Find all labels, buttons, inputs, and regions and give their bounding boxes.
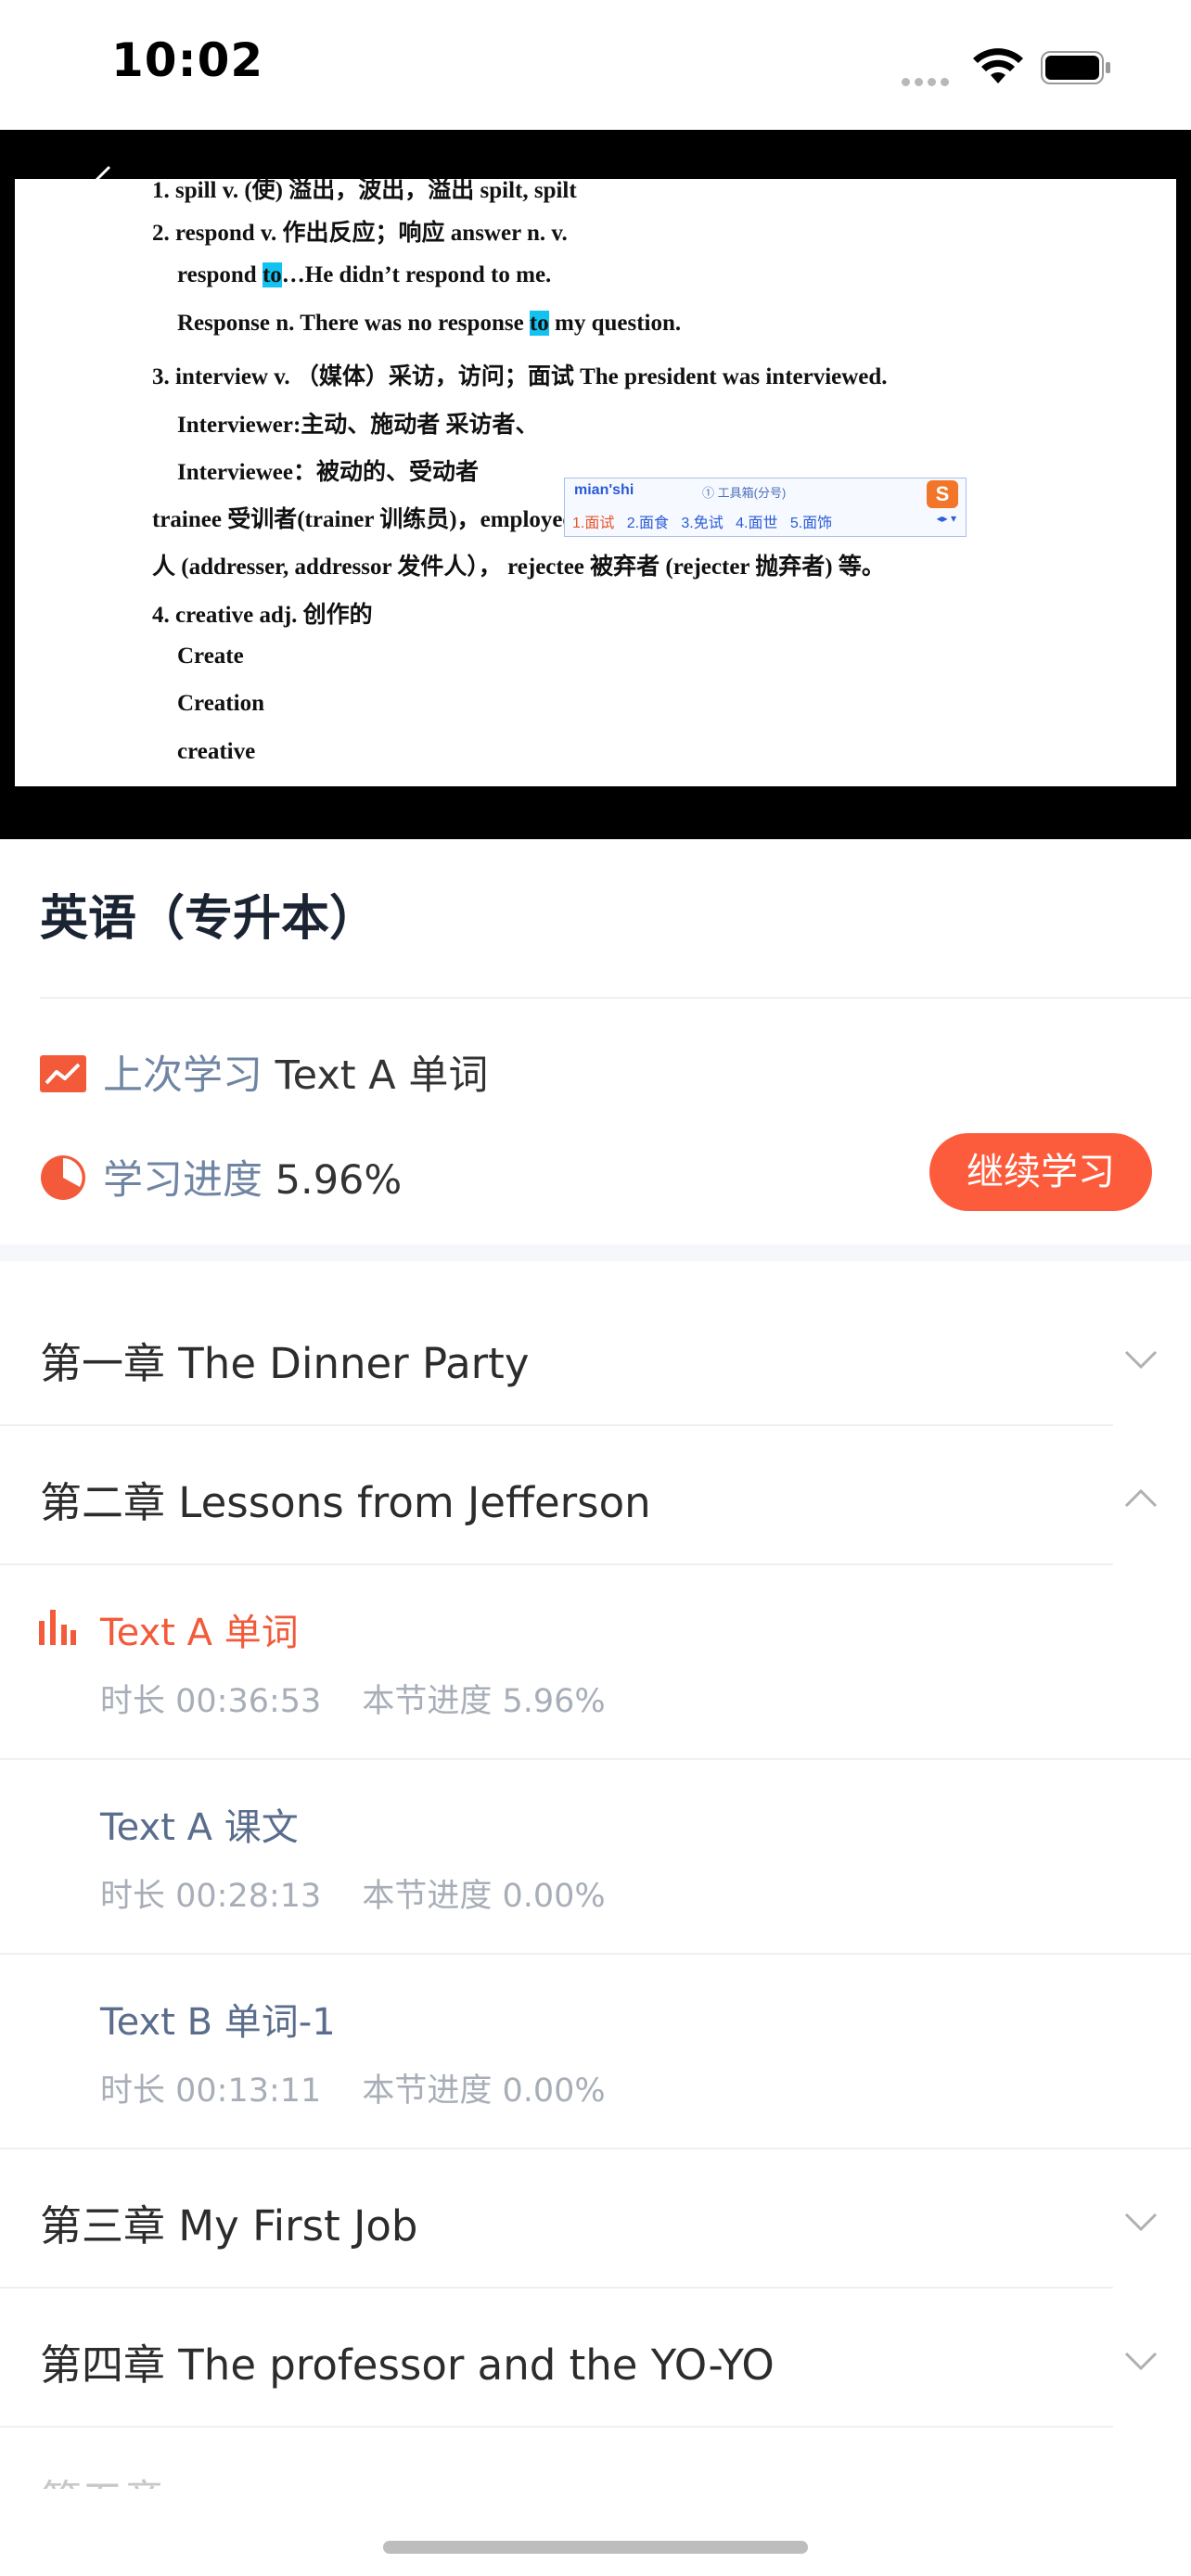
chapter-title: 第三章 My First Job	[40, 2201, 418, 2251]
video-player[interactable]: 1. spill v. (使) 溢出，波出，溢出 spilt, spilt 2.…	[0, 130, 1191, 839]
progress-value: 5.96%	[275, 1157, 403, 1204]
lesson-name: Text B 单词-1	[100, 2001, 336, 2044]
progress-pie-icon	[41, 1155, 85, 1200]
progress-label: 学习进度	[103, 1157, 263, 1204]
lesson-item[interactable]: Text A 课文 时长 00:28:13 本节进度 0.00%	[0, 1760, 1191, 1955]
slide-line: creative	[177, 739, 256, 764]
slide-line: Interviewer:主动、施动者 采访者、	[177, 413, 539, 438]
lecture-slide: 1. spill v. (使) 溢出，波出，溢出 spilt, spilt 2.…	[15, 179, 1176, 786]
slide-line: Creation	[177, 691, 264, 716]
lesson-meta: 时长 00:36:53 本节进度 5.96%	[100, 1683, 606, 1720]
course-title: 英语（专升本）	[40, 891, 378, 947]
chapter-item[interactable]: 第二章 Lessons from Jefferson	[0, 1426, 1191, 1565]
wifi-icon	[973, 48, 1023, 83]
ime-candidates: 1.面试 2.面食 3.免试 4.面世 5.面饰	[572, 516, 833, 531]
lesson-meta: 时长 00:28:13 本节进度 0.00%	[100, 1878, 606, 1915]
chapter-item[interactable]: 第四章 The professor and the YO-YO	[0, 2289, 1191, 2428]
chapter-title: 第四章 The professor and the YO-YO	[40, 2340, 775, 2390]
slide-line: Response n. There was no response to my …	[177, 311, 682, 336]
lesson-item[interactable]: Text A 单词 时长 00:36:53 本节进度 5.96%	[0, 1565, 1191, 1760]
chevron-down-icon[interactable]	[1122, 2203, 1159, 2240]
last-study-row[interactable]: 上次学习 Text A 单词	[40, 1043, 488, 1101]
slide-line: 4. creative adj. 创作的	[152, 603, 373, 628]
slide-line: respond to…He didn’t respond to me.	[177, 262, 552, 287]
playing-equalizer-icon	[39, 1610, 76, 1645]
battery-icon	[1041, 51, 1110, 84]
lesson-name: Text A 单词	[100, 1612, 299, 1654]
chapter-title: 第二章 Lessons from Jefferson	[40, 1478, 651, 1527]
chapter-title: 第一章 The Dinner Party	[40, 1339, 530, 1388]
chevron-up-icon[interactable]	[1122, 1480, 1159, 1517]
status-time: 10:02	[111, 33, 264, 87]
lesson-item[interactable]: Text B 单词-1 时长 00:13:11 本节进度 0.00%	[0, 1955, 1191, 2149]
slide-line: Create	[177, 644, 244, 669]
slide-line: 3. interview v. （媒体）采访，访问；面试 The preside…	[152, 364, 888, 389]
home-indicator[interactable]	[383, 2541, 808, 2554]
section-gap	[0, 1244, 1191, 1261]
last-study-label: 上次学习	[103, 1052, 263, 1099]
trend-chart-icon	[40, 1055, 86, 1092]
last-study-value: Text A 单词	[275, 1052, 489, 1099]
ime-pinyin: mian'shi	[574, 482, 634, 498]
status-bar: 10:02	[0, 0, 1191, 130]
partial-chapter-title: 第五章	[40, 2467, 165, 2489]
divider	[40, 997, 1191, 999]
slide-line: 人 (addresser, addressor 发件人）， rejectee 被…	[152, 555, 885, 580]
progress-row: 学习进度 5.96%	[40, 1148, 402, 1205]
lesson-meta: 时长 00:13:11 本节进度 0.00%	[100, 2072, 606, 2110]
slide-line: 2. respond v. 作出反应；响应 answer n. v.	[152, 221, 568, 246]
divider	[0, 2426, 1113, 2428]
slide-line: 1. spill v. (使) 溢出，波出，溢出 spilt, spilt	[152, 179, 577, 203]
continue-study-button[interactable]: 继续学习	[929, 1133, 1152, 1211]
cellular-signal-icon	[902, 72, 954, 90]
slide-line: Interviewee：被动的、受动者	[177, 460, 479, 485]
chevron-down-icon[interactable]	[1122, 1341, 1159, 1378]
lesson-name: Text A 课文	[100, 1806, 299, 1849]
ime-pager-icon: ◂▸ ▾	[936, 512, 956, 525]
chapter-item[interactable]: 第三章 My First Job	[0, 2149, 1191, 2289]
ime-candidate-popup: mian'shi ① 工具箱(分号) S 1.面试 2.面食 3.免试 4.面世…	[564, 478, 967, 537]
chevron-down-icon[interactable]	[1122, 2342, 1159, 2379]
ime-toolbox: ① 工具箱(分号)	[702, 486, 787, 500]
ime-logo-icon: S	[927, 480, 958, 508]
chapter-item[interactable]: 第一章 The Dinner Party	[0, 1287, 1191, 1426]
